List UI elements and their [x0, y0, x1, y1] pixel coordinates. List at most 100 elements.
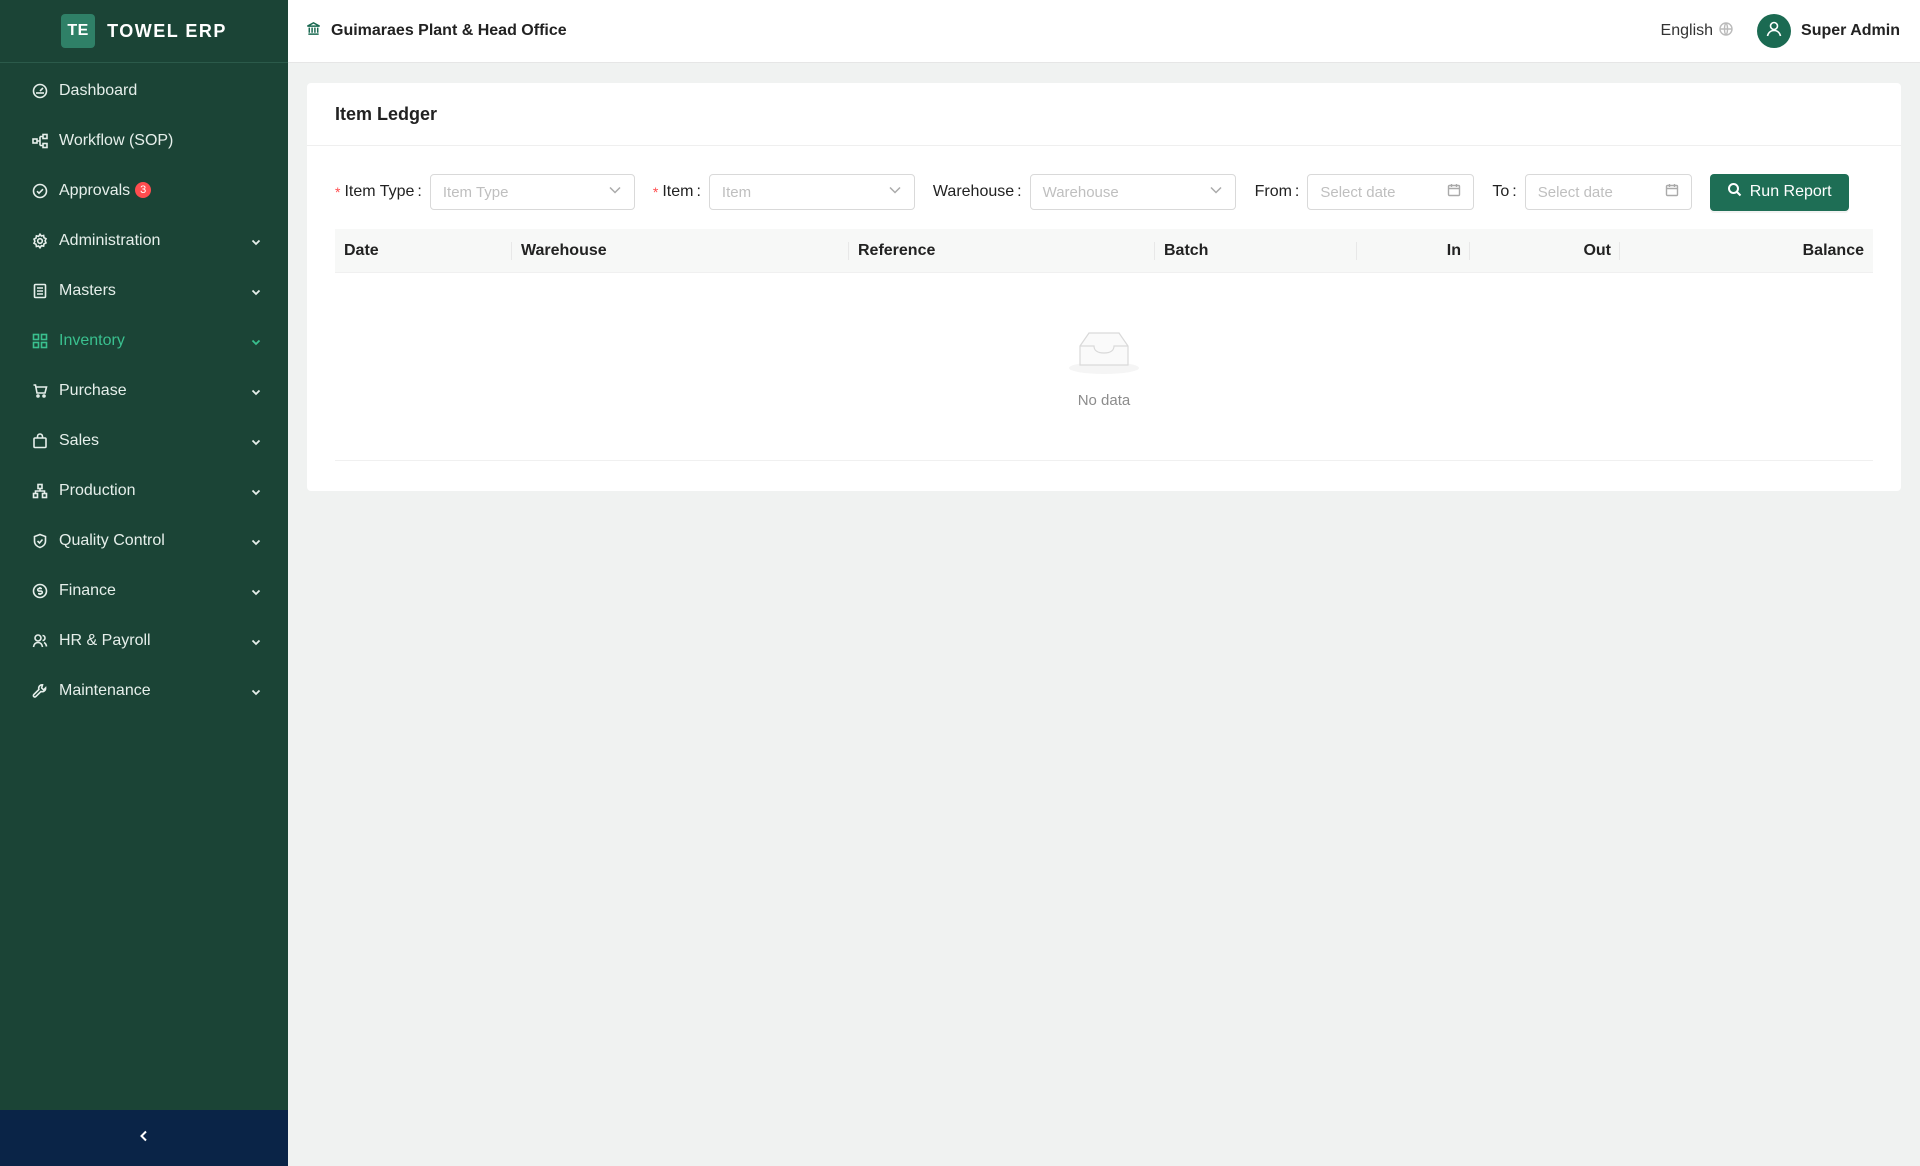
- bank-icon: [306, 21, 321, 41]
- chevron-down-icon: [250, 685, 262, 697]
- sidebar-item-masters[interactable]: Masters: [0, 266, 288, 316]
- brand[interactable]: TE TOWEL ERP: [0, 0, 288, 63]
- column-header-batch[interactable]: Batch: [1155, 229, 1357, 272]
- chevron-down-icon: [250, 535, 262, 547]
- table-header: Date Warehouse Reference Batch In Out Ba…: [335, 229, 1873, 273]
- label-colon: :: [1017, 183, 1022, 200]
- warehouse-placeholder: Warehouse: [1042, 183, 1119, 201]
- sidebar-item-administration[interactable]: Administration: [0, 216, 288, 266]
- required-mark: *: [335, 184, 341, 200]
- sidebar-item-inventory[interactable]: Inventory: [0, 316, 288, 366]
- column-header-reference[interactable]: Reference: [849, 229, 1155, 272]
- sidebar-item-quality-control[interactable]: Quality Control: [0, 516, 288, 566]
- org-name: Guimaraes Plant & Head Office: [331, 22, 567, 39]
- item-type-placeholder: Item Type: [442, 183, 509, 201]
- chevron-down-icon: [250, 385, 262, 397]
- warehouse-select[interactable]: Warehouse: [1029, 174, 1236, 210]
- from-date-picker[interactable]: Select date: [1307, 174, 1475, 210]
- sidebar-item-label: Maintenance: [59, 682, 151, 699]
- sidebar-item-dashboard[interactable]: Dashboard: [0, 66, 288, 116]
- from-label-text: From: [1254, 183, 1292, 200]
- chevron-down-icon: [250, 635, 262, 647]
- sidebar: TE TOWEL ERP Dashboard Workflow (SOP) Ap…: [0, 0, 288, 1166]
- empty-text: No data: [1077, 391, 1131, 409]
- search-icon: [1727, 182, 1742, 202]
- label-colon: :: [1294, 183, 1300, 200]
- chevron-down-icon: [608, 183, 622, 201]
- item-type-select[interactable]: Item Type: [429, 174, 635, 210]
- sidebar-item-workflow[interactable]: Workflow (SOP): [0, 116, 288, 166]
- workflow-icon: [32, 133, 48, 149]
- org-selector[interactable]: Guimaraes Plant & Head Office: [306, 21, 567, 41]
- warehouse-label-text: Warehouse: [932, 183, 1015, 200]
- sidebar-item-approvals[interactable]: Approvals 3: [0, 166, 288, 216]
- sidebar-item-label: HR & Payroll: [59, 632, 151, 649]
- sidebar-item-sales[interactable]: Sales: [0, 416, 288, 466]
- from-date-placeholder: Select date: [1320, 183, 1396, 201]
- label-colon: :: [1512, 183, 1517, 200]
- to-label: To :: [1492, 183, 1524, 201]
- cluster-icon: [32, 483, 48, 499]
- chevron-down-icon: [250, 335, 262, 347]
- sidebar-item-label: Inventory: [59, 332, 125, 349]
- shield-check-icon: [32, 533, 48, 549]
- warehouse-label: Warehouse :: [933, 183, 1030, 201]
- sidebar-item-label: Dashboard: [59, 82, 138, 99]
- filter-form: * Item Type : Item Type * Item : Item Wa…: [335, 173, 1849, 211]
- column-header-in[interactable]: In: [1357, 229, 1470, 272]
- item-label: * Item :: [653, 183, 709, 201]
- sidebar-item-label: Administration: [59, 232, 161, 249]
- sidebar-item-label: Finance: [59, 582, 116, 599]
- to-date-picker[interactable]: Select date: [1524, 174, 1692, 210]
- to-date-placeholder: Select date: [1537, 183, 1613, 201]
- ledger-table: Date Warehouse Reference Batch In Out Ba…: [335, 229, 1873, 461]
- sidebar-item-maintenance[interactable]: Maintenance: [0, 666, 288, 716]
- label-colon: :: [417, 183, 422, 200]
- sidebar-item-finance[interactable]: Finance: [0, 566, 288, 616]
- page-title: Item Ledger: [307, 83, 1901, 146]
- sidebar-item-production[interactable]: Production: [0, 466, 288, 516]
- language-selector[interactable]: English: [1660, 21, 1733, 41]
- globe-icon: [1719, 21, 1733, 41]
- user-icon: [1765, 20, 1783, 43]
- chevron-down-icon: [250, 485, 262, 497]
- from-label: From :: [1255, 183, 1308, 201]
- column-header-warehouse[interactable]: Warehouse: [512, 229, 849, 272]
- chevron-down-icon: [250, 435, 262, 447]
- item-ledger-card: Item Ledger * Item Type : Item Type * It…: [307, 83, 1901, 491]
- user-name: Super Admin: [1801, 22, 1900, 39]
- calendar-icon: [1665, 183, 1679, 201]
- sidebar-item-label: Purchase: [59, 382, 127, 399]
- column-header-date[interactable]: Date: [335, 229, 512, 272]
- sidebar-item-hr-payroll[interactable]: HR & Payroll: [0, 616, 288, 666]
- sidebar-collapse-button[interactable]: [0, 1110, 288, 1166]
- tool-icon: [32, 683, 48, 699]
- chevron-down-icon: [1209, 183, 1223, 201]
- avatar: [1757, 14, 1792, 48]
- check-circle-icon: [32, 183, 48, 199]
- sidebar-menu: Dashboard Workflow (SOP) Approvals 3 Adm…: [0, 63, 288, 716]
- run-report-label: Run Report: [1749, 183, 1832, 200]
- empty-state: No data: [335, 273, 1873, 461]
- sidebar-item-purchase[interactable]: Purchase: [0, 366, 288, 416]
- sidebar-item-label: Workflow (SOP): [59, 132, 174, 149]
- item-label-text: Item: [662, 183, 694, 200]
- user-menu[interactable]: Super Admin: [1757, 14, 1900, 48]
- calendar-icon: [1447, 183, 1461, 201]
- to-label-text: To: [1492, 183, 1510, 200]
- dollar-circle-icon: [32, 583, 48, 599]
- chevron-left-icon: [137, 1129, 151, 1148]
- column-header-out[interactable]: Out: [1470, 229, 1620, 272]
- approvals-badge: 3: [135, 182, 152, 198]
- run-report-button[interactable]: Run Report: [1709, 173, 1849, 211]
- language-label: English: [1660, 22, 1714, 39]
- book-icon: [32, 283, 48, 299]
- team-icon: [32, 633, 48, 649]
- sidebar-item-label: Approvals: [59, 182, 131, 199]
- label-colon: :: [696, 183, 701, 200]
- brand-name: TOWEL ERP: [107, 20, 227, 41]
- sidebar-item-label: Masters: [59, 282, 116, 299]
- column-header-balance[interactable]: Balance: [1620, 229, 1873, 272]
- item-type-label: * Item Type :: [335, 183, 430, 201]
- item-select[interactable]: Item: [708, 174, 915, 210]
